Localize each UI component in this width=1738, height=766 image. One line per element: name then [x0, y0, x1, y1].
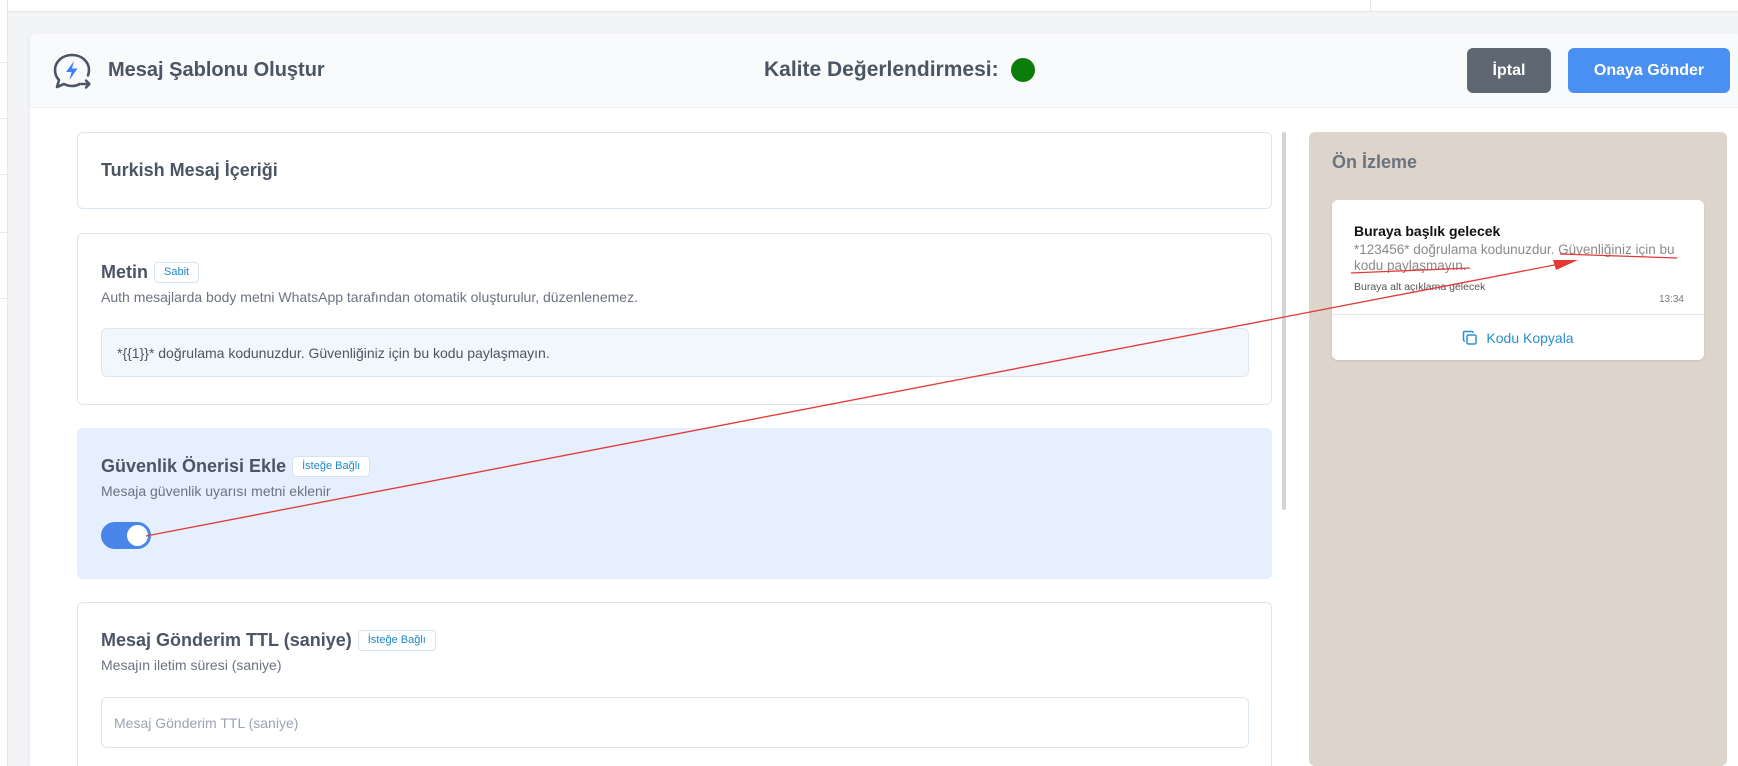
copy-code-label: Kodu Kopyala	[1486, 329, 1574, 346]
security-recommendation-card: Güvenlik Önerisi Ekle İsteğe Bağlı Mesaj…	[77, 428, 1272, 579]
quality-rating: Kalite Değerlendirmesi:	[764, 58, 1035, 82]
cancel-button[interactable]: İptal	[1467, 48, 1551, 93]
security-field-description: Mesaja güvenlik uyarısı metni eklenir	[101, 483, 331, 499]
outer-topbar	[8, 0, 1738, 12]
page-title: Mesaj Şablonu Oluştur	[108, 59, 325, 81]
body-text-readonly: *{{1}}* doğrulama kodunuzdur. Güvenliğin…	[101, 328, 1249, 377]
body-text-card: Metin Sabit Auth mesajlarda body metni W…	[77, 233, 1272, 405]
preview-panel: Ön İzleme Buraya başlık gelecek *123456*…	[1309, 132, 1727, 766]
security-toggle[interactable]	[101, 522, 151, 549]
preview-footer-text: Buraya alt açıklama gelecek	[1354, 281, 1486, 293]
message-preview-bubble: Buraya başlık gelecek *123456* doğrulama…	[1332, 200, 1704, 360]
copy-icon	[1463, 330, 1478, 345]
copy-code-button[interactable]: Kodu Kopyala	[1332, 315, 1704, 360]
body-field-title: Metin	[101, 262, 148, 282]
modal-header: Mesaj Şablonu Oluştur Kalite Değerlendir…	[30, 34, 1738, 108]
form-scrollbar[interactable]	[1282, 132, 1286, 510]
body-field-header: Metin Sabit	[101, 262, 200, 283]
submit-for-approval-button[interactable]: Onaya Gönder	[1568, 48, 1730, 93]
content-card-title: Turkish Mesaj İçeriği	[101, 160, 278, 180]
ttl-field-description: Mesajın iletim süresi (saniye)	[101, 657, 282, 673]
preview-timestamp: 13:34	[1658, 294, 1684, 305]
outer-sidebar	[0, 0, 8, 766]
security-field-header: Güvenlik Önerisi Ekle İsteğe Bağlı	[101, 456, 371, 477]
optional-badge: İsteğe Bağlı	[292, 456, 371, 477]
security-field-title: Güvenlik Önerisi Ekle	[101, 456, 287, 476]
quality-label: Kalite Değerlendirmesi:	[764, 58, 999, 81]
fixed-badge: Sabit	[154, 262, 200, 283]
toggle-knob	[127, 525, 148, 546]
quality-status-dot	[1010, 58, 1035, 82]
ttl-input[interactable]	[101, 697, 1249, 748]
ttl-field-title: Mesaj Gönderim TTL (saniye)	[101, 630, 352, 650]
body-field-description: Auth mesajlarda body metni WhatsApp tara…	[101, 289, 638, 305]
message-bolt-icon	[53, 53, 91, 89]
preview-title: Ön İzleme	[1332, 152, 1418, 172]
preview-header-text: Buraya başlık gelecek	[1354, 223, 1501, 239]
optional-badge: İsteğe Bağlı	[357, 630, 436, 651]
preview-body-text: *123456* doğrulama kodunuzdur. Güvenliği…	[1354, 242, 1675, 273]
ttl-card: Mesaj Gönderim TTL (saniye) İsteğe Bağlı…	[77, 602, 1272, 766]
content-language-card: Turkish Mesaj İçeriği	[77, 132, 1272, 209]
ttl-field-header: Mesaj Gönderim TTL (saniye) İsteğe Bağlı	[101, 630, 436, 651]
